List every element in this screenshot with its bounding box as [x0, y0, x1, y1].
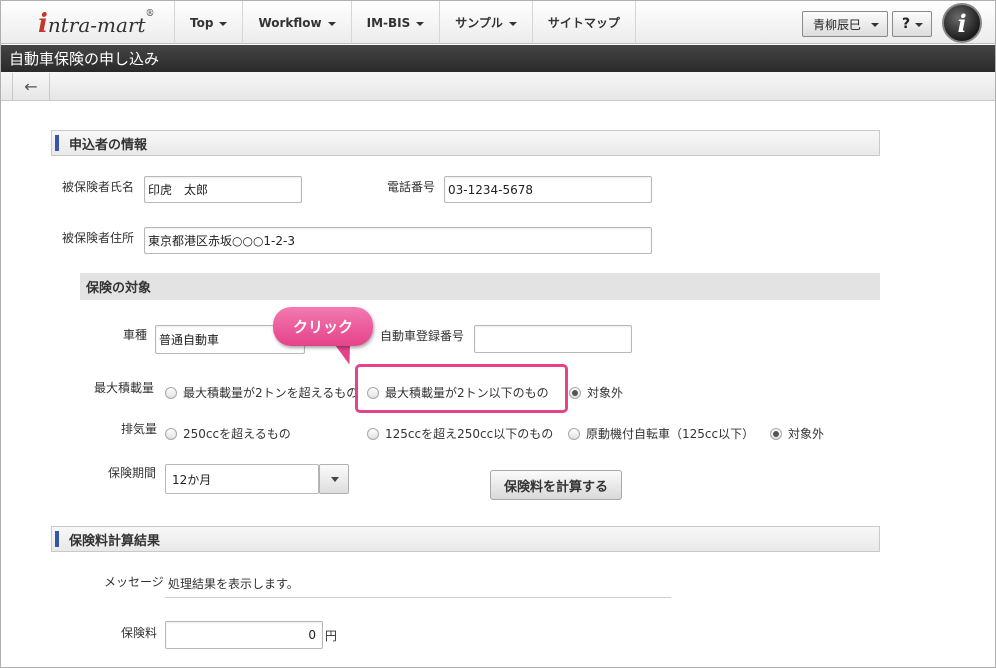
- car-type-label: 車種: [123, 328, 148, 342]
- max-load-option-over-2t[interactable]: 最大積載量が2トンを超えるもの: [165, 384, 358, 401]
- page-title: 自動車保険の申し込み: [9, 50, 160, 68]
- exhaust-option-over-250[interactable]: 250ccを超えるもの: [165, 425, 291, 442]
- radio-icon: [165, 427, 177, 440]
- max-load-option-label: 最大積載量が2トンを超えるもの: [183, 386, 359, 400]
- max-load-option-none[interactable]: 対象外: [569, 384, 623, 401]
- premium-value: 0: [308, 628, 316, 642]
- radio-icon: [165, 386, 177, 399]
- highlight-box: [355, 364, 568, 413]
- info-icon-glyph: i: [957, 8, 967, 38]
- chevron-down-icon: [871, 23, 879, 27]
- menu-workflow-label: Workflow: [258, 15, 322, 30]
- intra-mart-logo[interactable]: intra-mart®: [0, 1, 174, 44]
- section-result-header: 保険料計算結果: [51, 526, 880, 552]
- main-menu: Top Workflow IM-BIS サンプル サイトマップ: [174, 1, 636, 44]
- logo-rest: ntra-mart: [47, 13, 146, 37]
- section-applicant-header: 申込者の情報: [51, 130, 880, 156]
- menu-im-bis-label: IM-BIS: [366, 15, 411, 30]
- section-result-title: 保険料計算結果: [69, 533, 161, 549]
- section-target-header: 保険の対象: [80, 273, 880, 300]
- chevron-down-icon: [508, 21, 517, 26]
- exhaust-option-label: 原動機付自転車（125cc以下）: [586, 427, 755, 441]
- menu-im-bis[interactable]: IM-BIS: [350, 1, 440, 44]
- phone-label: 電話番号: [387, 180, 436, 194]
- dropdown-arrow-icon[interactable]: [319, 464, 349, 494]
- user-menu-button[interactable]: 青柳辰巳: [802, 11, 888, 37]
- registration-number-label: 自動車登録番号: [380, 329, 465, 343]
- max-load-option-label: 対象外: [587, 386, 624, 400]
- chevron-down-icon: [327, 21, 336, 26]
- calculate-premium-label: 保険料を計算する: [503, 479, 608, 495]
- exhaust-option-label: 250ccを超えるもの: [183, 427, 291, 441]
- insured-name-input[interactable]: 印虎 太郎: [144, 176, 302, 203]
- help-menu-button[interactable]: ?: [892, 11, 932, 37]
- chevron-down-icon: [416, 21, 425, 26]
- insured-address-value: 東京都港区赤坂○○○1-2-3: [148, 234, 295, 248]
- period-selected-value: 12か月: [172, 472, 212, 487]
- phone-input[interactable]: 03-1234-5678: [444, 176, 652, 203]
- message-label: メッセージ: [104, 575, 164, 589]
- premium-unit: 円: [325, 629, 338, 643]
- menu-top-label: Top: [190, 15, 214, 30]
- logo-text: intra-mart®: [38, 9, 155, 39]
- logo-i: i: [38, 9, 48, 39]
- exhaust-option-none[interactable]: 対象外: [770, 425, 824, 442]
- menu-top[interactable]: Top: [174, 1, 242, 44]
- callout-text: クリック: [292, 318, 353, 336]
- menu-sample-label: サンプル: [455, 16, 503, 30]
- radio-selected-icon: [569, 386, 581, 399]
- page-title-bar: 自動車保険の申し込み: [0, 45, 996, 72]
- logo-registered-mark: ®: [145, 9, 155, 19]
- section-target-title: 保険の対象: [86, 281, 152, 296]
- chevron-down-icon: [219, 21, 228, 26]
- exhaust-option-125-250[interactable]: 125ccを超え250cc以下のもの: [367, 425, 553, 442]
- radio-selected-icon: [770, 427, 782, 440]
- menu-workflow[interactable]: Workflow: [242, 1, 350, 44]
- menu-sitemap-label: サイトマップ: [547, 16, 620, 30]
- user-name: 青柳辰巳: [813, 17, 862, 32]
- max-load-label: 最大積載量: [94, 381, 155, 395]
- global-navbar: intra-mart® Top Workflow IM-BIS サンプル サイト…: [0, 0, 996, 44]
- exhaust-option-moped[interactable]: 原動機付自転車（125cc以下）: [568, 425, 754, 442]
- phone-value: 03-1234-5678: [448, 182, 534, 197]
- calculate-premium-button[interactable]: 保険料を計算する: [490, 470, 622, 500]
- period-select[interactable]: 12か月: [165, 464, 349, 494]
- exhaust-label: 排気量: [121, 422, 158, 436]
- premium-label: 保険料: [121, 626, 158, 640]
- click-callout: クリック: [273, 307, 373, 346]
- insured-name-value: 印虎 太郎: [148, 183, 209, 197]
- radio-icon: [568, 427, 580, 440]
- period-label: 保険期間: [108, 466, 157, 480]
- exhaust-option-label: 125ccを超え250cc以下のもの: [385, 427, 554, 441]
- registration-number-input[interactable]: [474, 325, 632, 353]
- section-applicant-title: 申込者の情報: [69, 137, 148, 153]
- help-icon: ?: [902, 16, 911, 32]
- back-button[interactable]: ←: [12, 73, 50, 100]
- exhaust-option-label: 対象外: [788, 427, 825, 441]
- menu-sample[interactable]: サンプル: [439, 1, 532, 44]
- message-underline: [165, 597, 671, 598]
- arrow-left-icon: ←: [24, 77, 38, 96]
- radio-icon: [367, 427, 379, 440]
- premium-output: 0: [165, 621, 323, 649]
- page-toolbar: ←: [0, 72, 996, 101]
- menu-sitemap[interactable]: サイトマップ: [531, 1, 636, 44]
- info-icon[interactable]: i: [942, 3, 982, 43]
- insured-name-label: 被保険者氏名: [62, 180, 135, 194]
- message-value: 処理結果を表示します。: [168, 577, 299, 591]
- insured-address-label: 被保険者住所: [62, 231, 135, 245]
- insured-address-input[interactable]: 東京都港区赤坂○○○1-2-3: [144, 227, 652, 254]
- car-type-value: 普通自動車: [159, 333, 220, 347]
- chevron-down-icon: [915, 23, 923, 27]
